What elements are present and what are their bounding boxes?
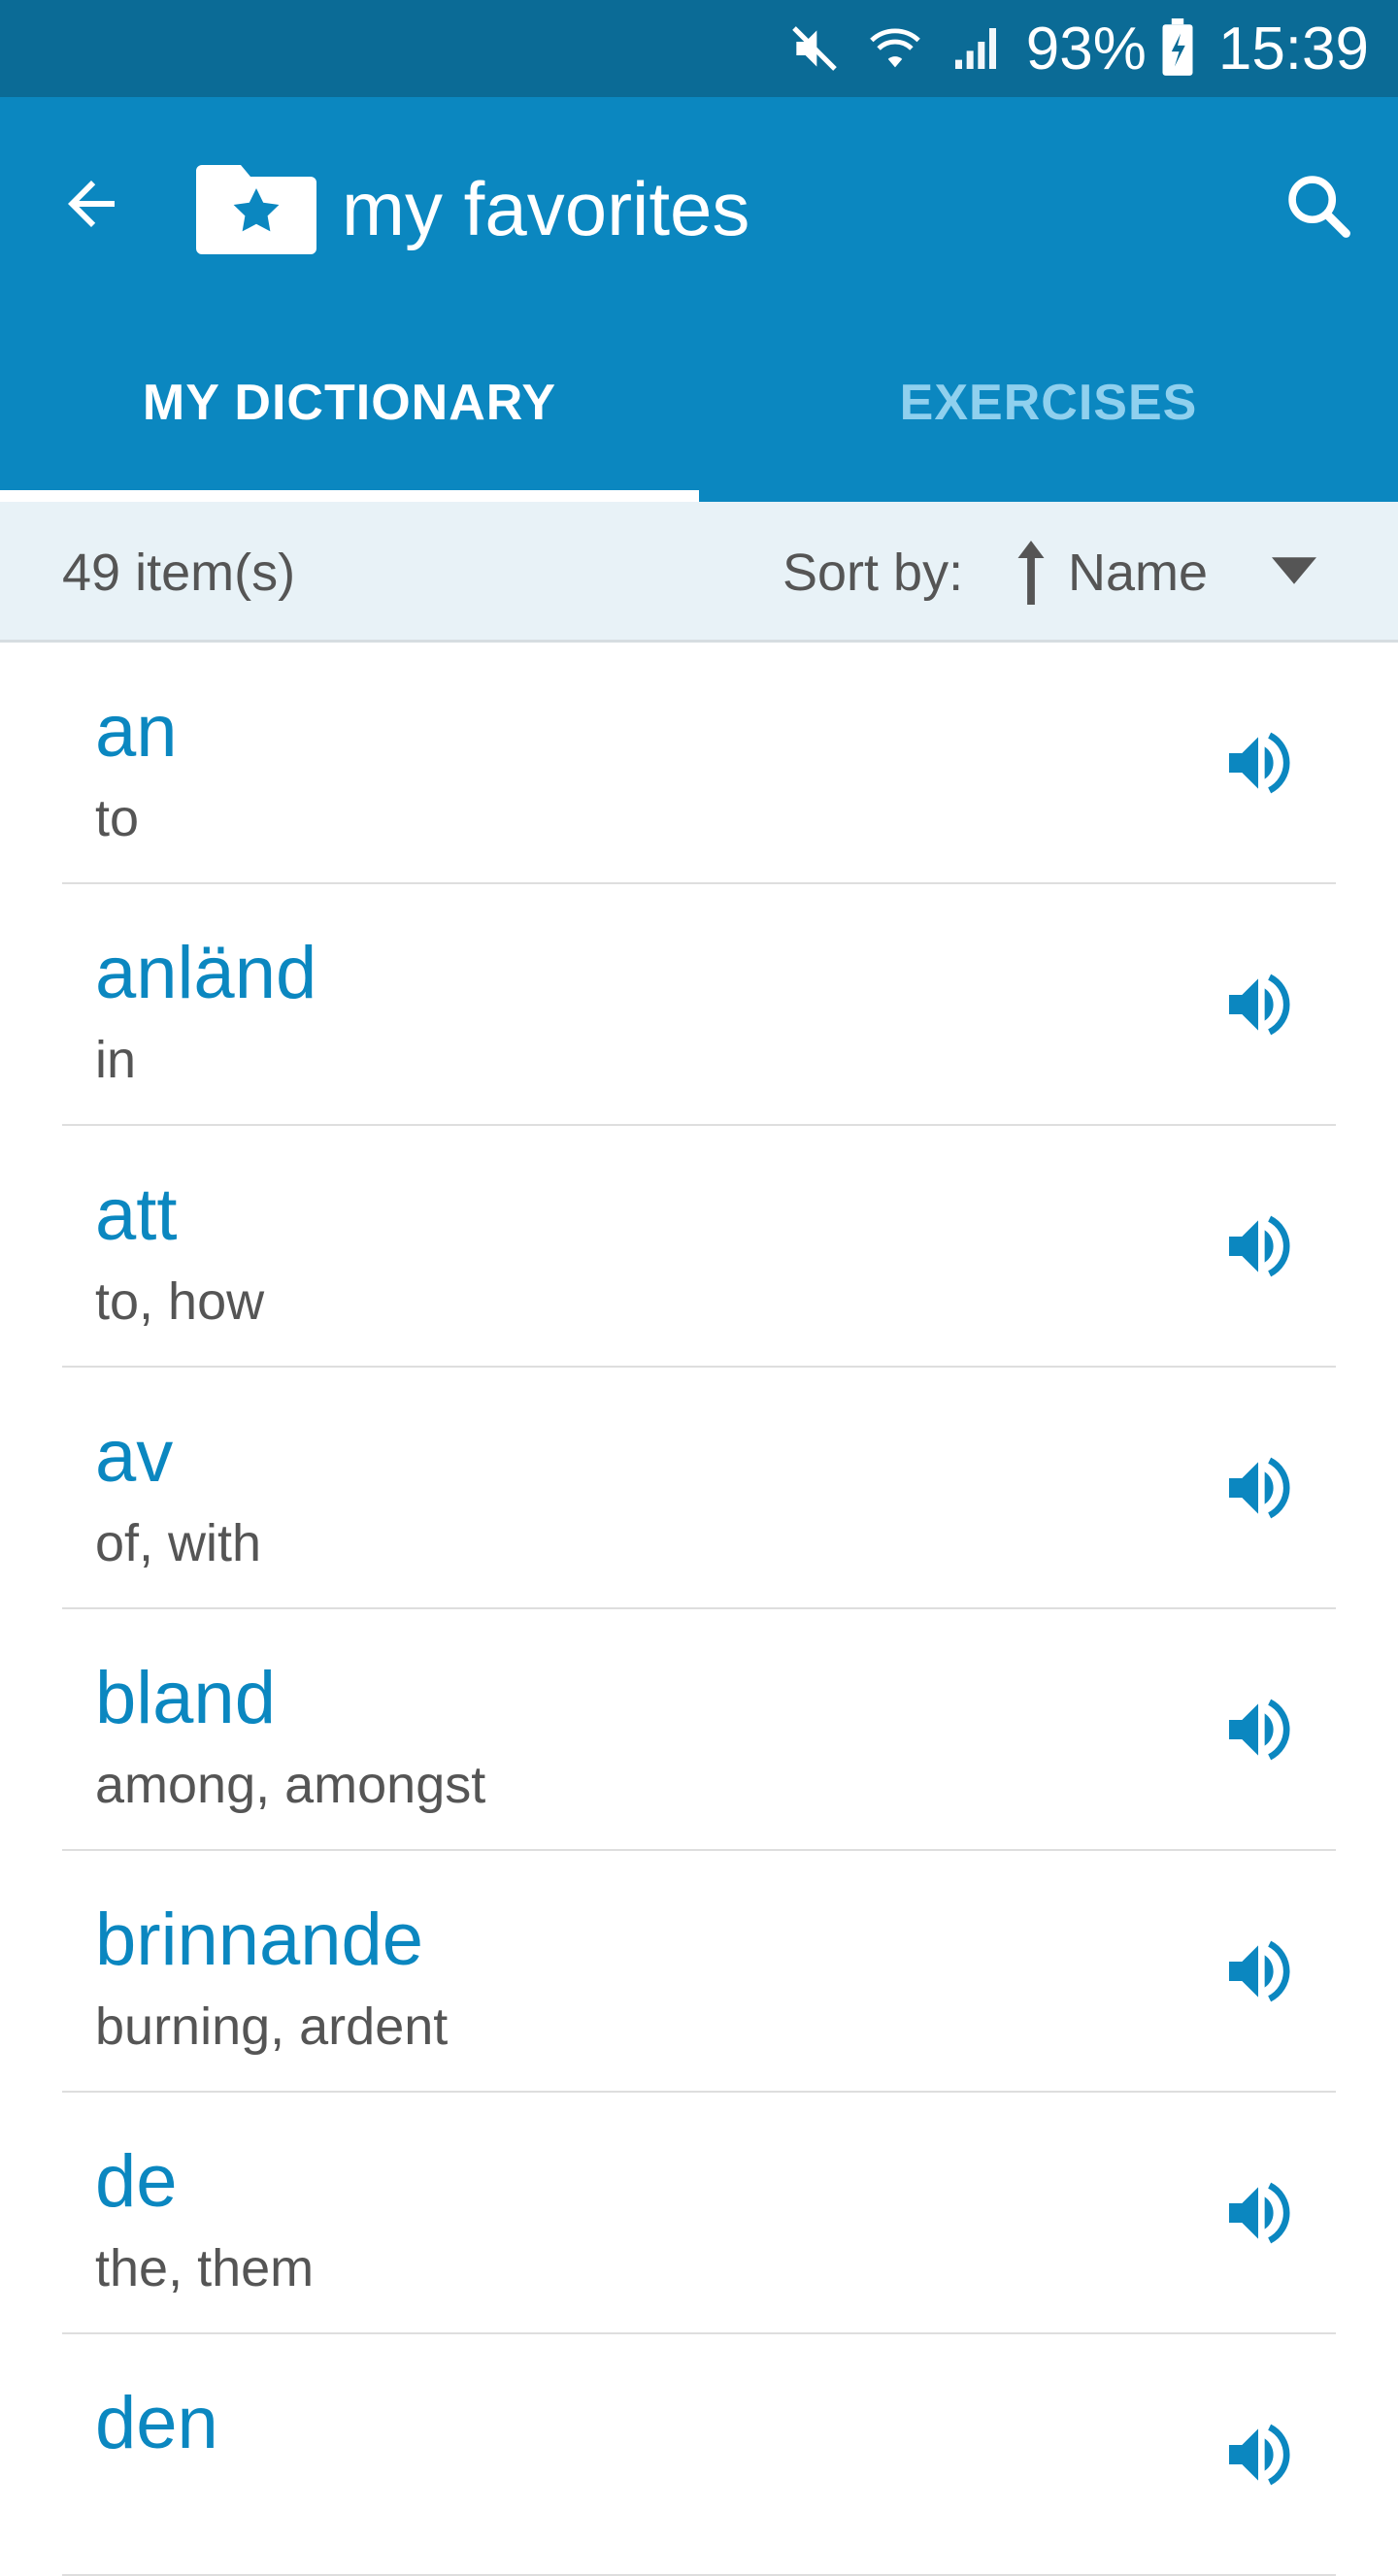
speaker-icon[interactable] — [1219, 2416, 1297, 2493]
back-button[interactable] — [50, 163, 132, 245]
word: de — [95, 2140, 178, 2223]
back-arrow-icon — [68, 181, 115, 227]
translation: to, how — [95, 1272, 265, 1331]
search-button[interactable] — [1278, 165, 1359, 247]
page-title: my favorites — [342, 166, 750, 251]
tab-bar: MY DICTIONARY EXERCISES — [0, 303, 1398, 502]
list-item[interactable]: anländ in — [62, 884, 1336, 1126]
list-item[interactable]: den — [62, 2334, 1336, 2576]
list-item[interactable]: att to, how — [62, 1126, 1336, 1368]
tab-my-dictionary[interactable]: MY DICTIONARY — [0, 303, 699, 502]
item-count: 49 item(s) — [62, 544, 296, 602]
translation: in — [95, 1031, 137, 1089]
battery-percent: 93% — [1025, 15, 1147, 83]
favorites-folder-icon — [196, 157, 316, 254]
list-item[interactable]: an to — [62, 643, 1336, 884]
tab-exercises[interactable]: EXERCISES — [699, 303, 1398, 502]
app-bar: my favorites — [0, 97, 1398, 303]
sort-direction-icon[interactable] — [1014, 537, 1048, 609]
word: av — [95, 1415, 174, 1498]
speaker-icon[interactable] — [1219, 1207, 1297, 1285]
speaker-icon[interactable] — [1219, 2174, 1297, 2252]
translation: among, amongst — [95, 1756, 486, 1814]
sort-bar: 49 item(s) Sort by: Name — [0, 502, 1398, 643]
tab-label: EXERCISES — [899, 374, 1198, 431]
battery-charging-icon — [1158, 18, 1197, 79]
clock: 15:39 — [1217, 15, 1369, 83]
list-item[interactable]: de the, them — [62, 2093, 1336, 2334]
list-item[interactable]: brinnande burning, ardent — [62, 1851, 1336, 2093]
search-icon — [1288, 176, 1350, 238]
wifi-icon — [867, 20, 923, 77]
word: an — [95, 690, 178, 773]
sort-value[interactable]: Name — [1068, 543, 1208, 603]
list-item[interactable]: av of, with — [62, 1368, 1336, 1609]
translation: burning, ardent — [95, 1998, 449, 2056]
speaker-icon[interactable] — [1219, 1449, 1297, 1527]
speaker-icon[interactable] — [1219, 724, 1297, 802]
dropdown-arrow-icon[interactable] — [1272, 556, 1316, 585]
tab-indicator — [0, 490, 699, 502]
word: att — [95, 1173, 178, 1256]
sort-label: Sort by: — [782, 544, 964, 602]
word: den — [95, 2382, 218, 2464]
speaker-icon[interactable] — [1219, 1932, 1297, 2010]
word: brinnande — [95, 1899, 424, 1981]
status-bar: 93% 15:39 — [0, 0, 1398, 97]
translation: of, with — [95, 1514, 262, 1572]
word-list: an to anländ in att to, how av of, with … — [0, 643, 1398, 2576]
translation: to — [95, 789, 140, 847]
mute-icon — [787, 21, 842, 76]
word: anländ — [95, 932, 317, 1014]
list-item[interactable]: bland among, amongst — [62, 1609, 1336, 1851]
speaker-icon[interactable] — [1219, 966, 1297, 1043]
speaker-icon[interactable] — [1219, 1691, 1297, 1768]
word: bland — [95, 1657, 276, 1739]
signal-icon — [949, 21, 1003, 76]
translation: the, them — [95, 2239, 315, 2297]
tab-label: MY DICTIONARY — [142, 374, 557, 431]
